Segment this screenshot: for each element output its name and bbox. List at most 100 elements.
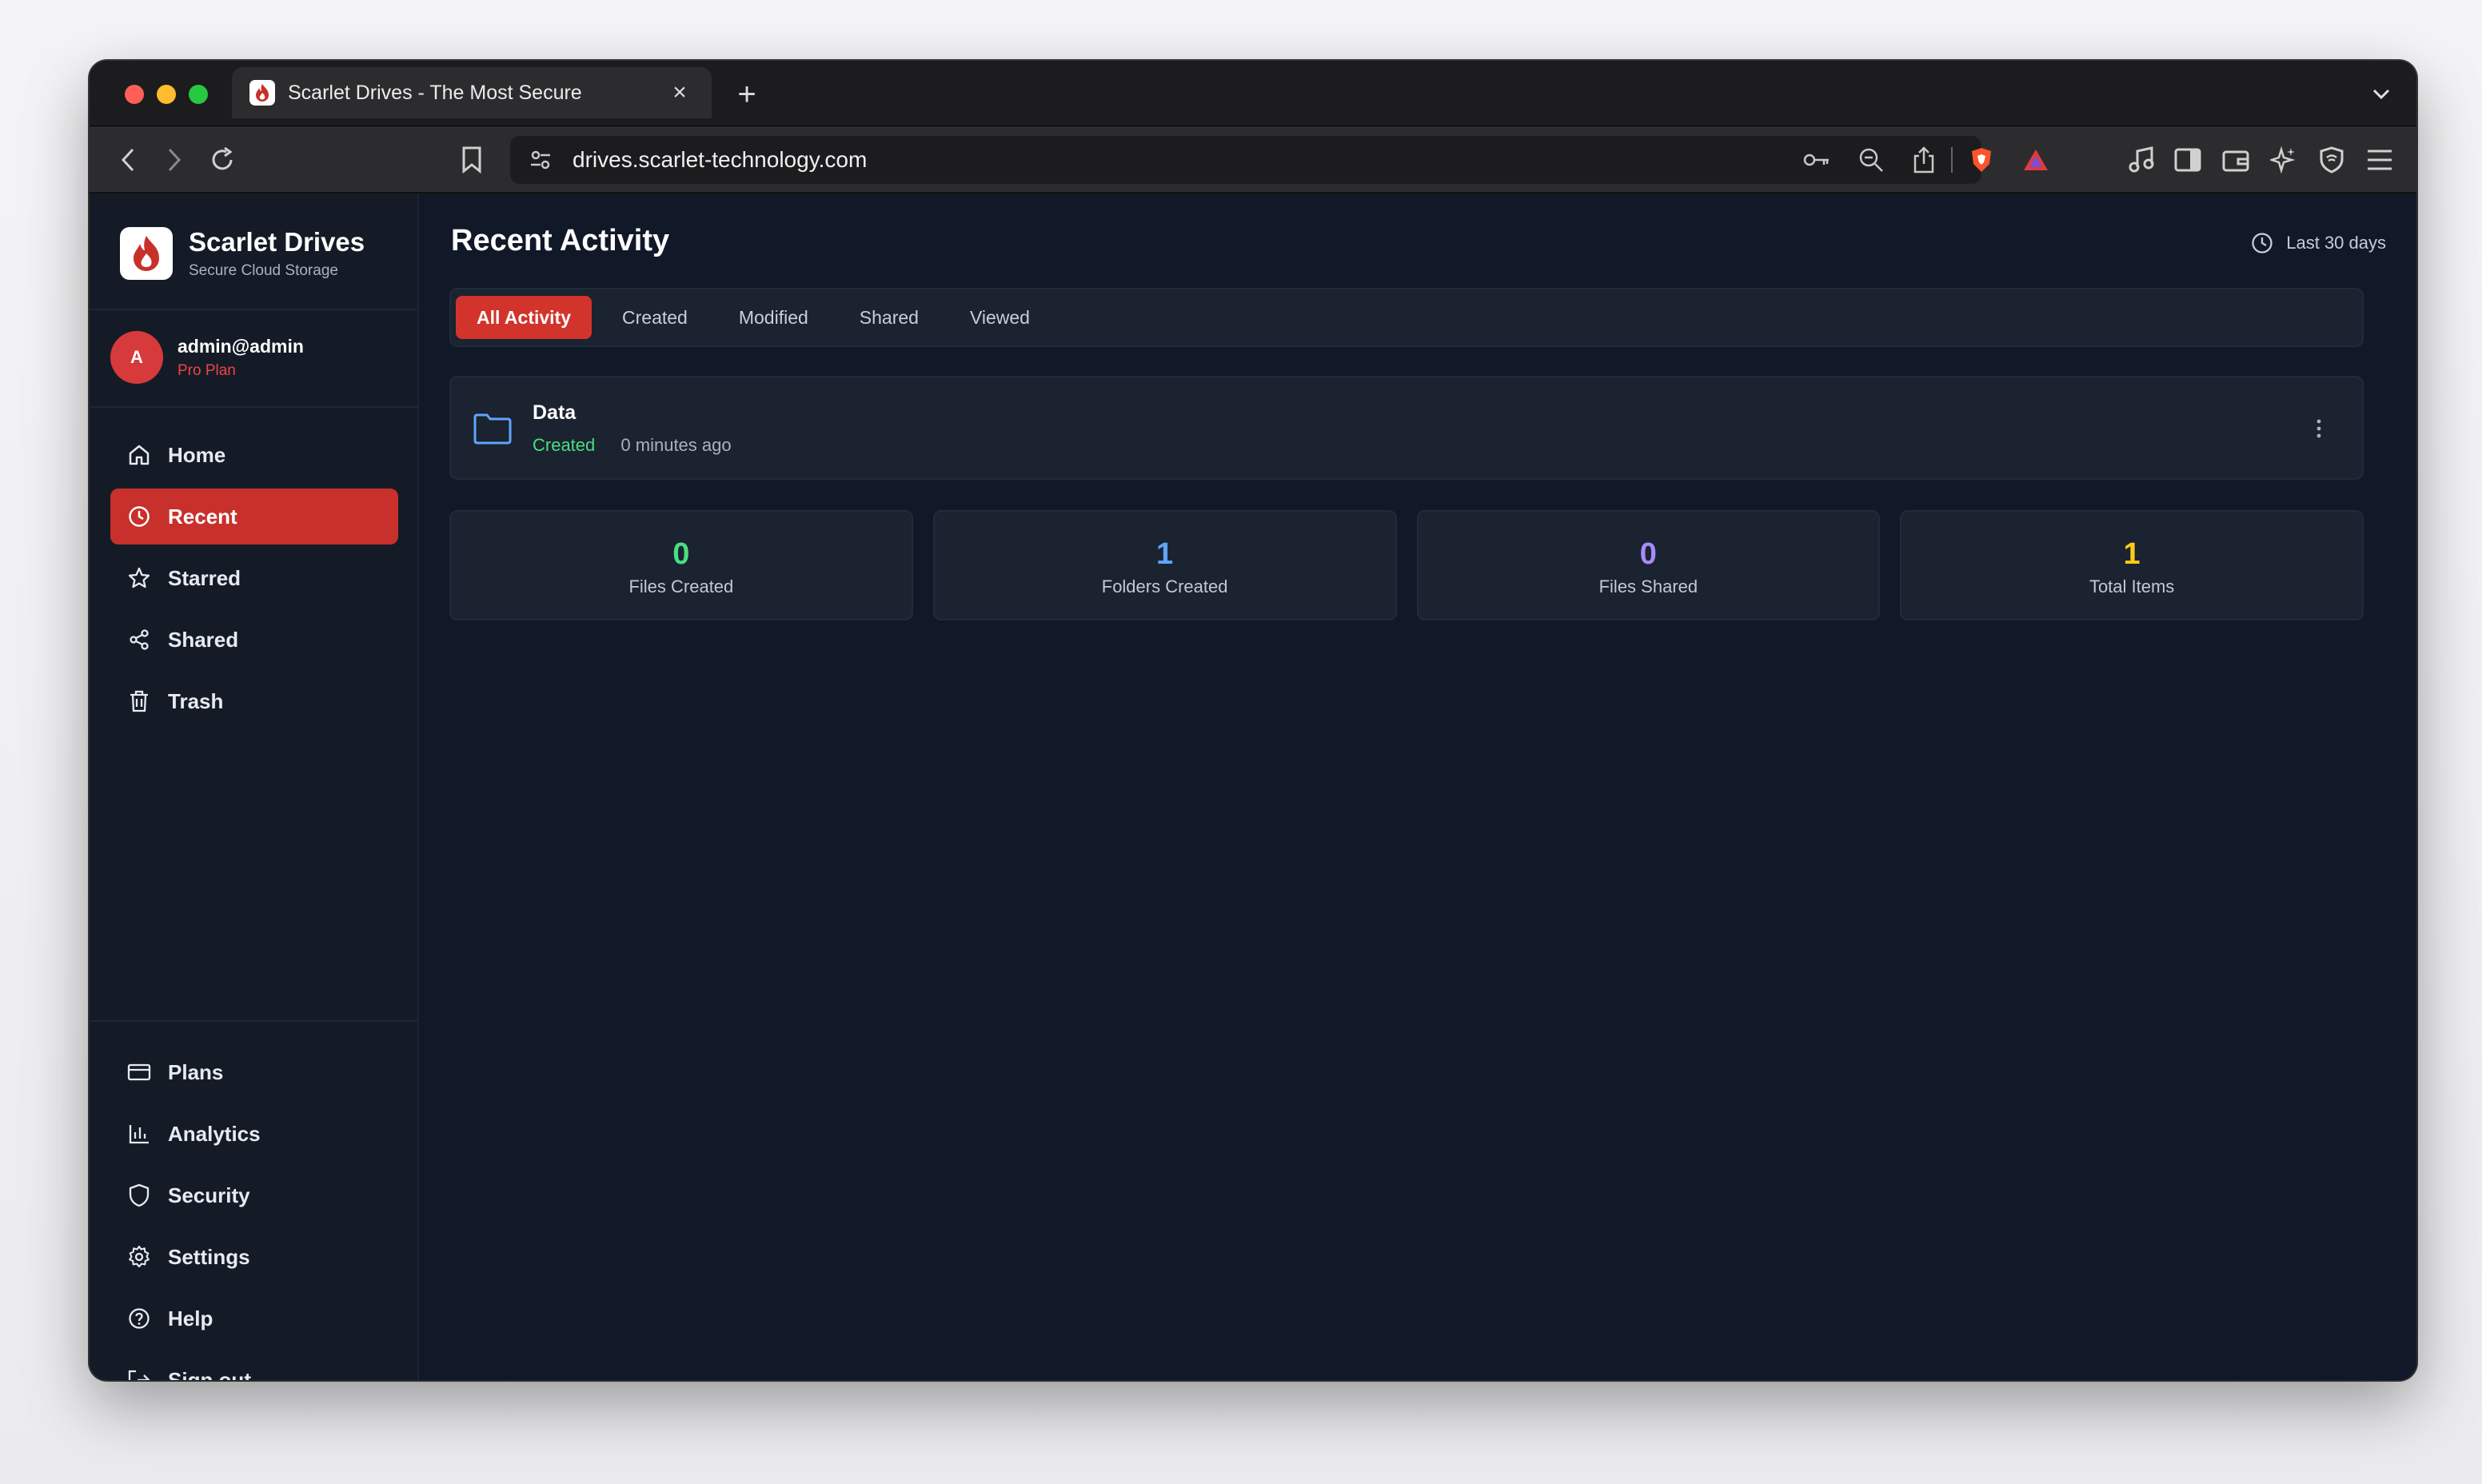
minimize-window-button[interactable] <box>157 85 176 104</box>
stat-label: Total Items <box>2089 576 2175 596</box>
gear-icon <box>126 1244 152 1270</box>
folder-icon <box>472 408 513 449</box>
stat-value: 0 <box>1639 537 1657 571</box>
leo-ai-icon[interactable] <box>2266 142 2301 178</box>
close-tab-icon[interactable]: × <box>665 78 694 107</box>
sidebar-item-analytics[interactable]: Analytics <box>110 1106 398 1162</box>
new-tab-button[interactable]: + <box>729 77 764 112</box>
user-plan: Pro Plan <box>178 361 236 379</box>
avatar: A <box>110 331 163 384</box>
more-options-icon[interactable] <box>2303 413 2335 445</box>
user-profile[interactable]: A admin@admin Pro Plan <box>110 331 304 384</box>
browser-toolbar: drives.scarlet-technology.com <box>90 126 2416 193</box>
activity-item[interactable]: Data Created 0 minutes ago <box>449 376 2364 480</box>
filter-viewed[interactable]: Viewed <box>949 296 1051 339</box>
sidebar: Scarlet Drives Secure Cloud Storage A ad… <box>90 193 419 1380</box>
key-icon[interactable] <box>1799 142 1834 178</box>
sidebar-nav: Home Recent Starred Shared Trash <box>110 427 398 735</box>
brand-name: Scarlet Drives <box>189 227 365 257</box>
sidebar-item-label: Help <box>168 1306 213 1330</box>
site-settings-icon[interactable] <box>525 144 557 176</box>
music-icon[interactable] <box>2124 142 2159 178</box>
sidebar-item-trash[interactable]: Trash <box>110 673 398 729</box>
activity-item-meta: Created 0 minutes ago <box>533 435 732 456</box>
main-content: Recent Activity Last 30 days All Activit… <box>419 193 2416 1380</box>
activity-item-name: Data <box>533 401 577 424</box>
sidebar-item-starred[interactable]: Starred <box>110 550 398 606</box>
date-range-label: Last 30 days <box>2286 233 2386 253</box>
sidebar-item-home[interactable]: Home <box>110 427 398 483</box>
sidebar-item-settings[interactable]: Settings <box>110 1229 398 1285</box>
sidebar-item-sign-out[interactable]: Sign out <box>110 1352 398 1380</box>
stat-label: Folders Created <box>1101 576 1228 596</box>
title-bar: Scarlet Drives - The Most Secure × + <box>90 61 2416 126</box>
brand[interactable]: Scarlet Drives Secure Cloud Storage <box>120 225 365 281</box>
zoom-window-button[interactable] <box>189 85 208 104</box>
menu-icon[interactable] <box>2362 142 2397 178</box>
sidebar-item-shared[interactable]: Shared <box>110 612 398 668</box>
share-page-icon[interactable] <box>1906 142 1941 178</box>
bar-chart-icon <box>126 1121 152 1147</box>
page-title: Recent Activity <box>451 224 670 257</box>
date-range-selector[interactable]: Last 30 days <box>2249 230 2386 256</box>
shield-icon <box>126 1183 152 1208</box>
tab-title: Scarlet Drives - The Most Secure <box>288 81 582 104</box>
filter-created[interactable]: Created <box>601 296 708 339</box>
sidebar-item-label: Settings <box>168 1244 250 1269</box>
stat-files-created: 0 Files Created <box>449 510 913 620</box>
zoom-out-icon[interactable] <box>1854 142 1889 178</box>
sidebar-item-help[interactable]: Help <box>110 1291 398 1346</box>
stat-folders-created: 1 Folders Created <box>932 510 1397 620</box>
sidebar-item-label: Analytics <box>168 1121 261 1146</box>
stat-value: 0 <box>672 537 690 571</box>
stat-total-items: 1 Total Items <box>1900 510 2364 620</box>
forward-icon[interactable] <box>157 142 192 178</box>
sidebar-item-label: Plans <box>168 1059 224 1084</box>
sign-out-icon <box>126 1367 152 1380</box>
sidebar-item-label: Security <box>168 1183 250 1207</box>
stat-label: Files Shared <box>1598 576 1698 596</box>
vpn-icon[interactable] <box>2314 142 2349 178</box>
browser-tab[interactable]: Scarlet Drives - The Most Secure × <box>232 67 712 118</box>
back-icon[interactable] <box>110 142 146 178</box>
filter-all-activity[interactable]: All Activity <box>456 296 593 339</box>
sidebar-item-security[interactable]: Security <box>110 1167 398 1223</box>
activity-filter-bar: All Activity Created Modified Shared Vie… <box>449 288 2364 347</box>
app: Scarlet Drives Secure Cloud Storage A ad… <box>90 193 2416 1380</box>
activity-action: Created <box>533 435 596 455</box>
user-email: admin@admin <box>178 335 304 357</box>
reload-icon[interactable] <box>205 142 240 178</box>
stat-label: Files Created <box>628 576 734 596</box>
scarlet-logo-icon <box>249 80 275 106</box>
sidebar-divider <box>90 406 417 408</box>
card-icon <box>126 1059 152 1085</box>
wallet-icon[interactable] <box>2218 142 2253 178</box>
brave-shield-icon[interactable] <box>1964 142 1999 178</box>
brand-subtitle: Secure Cloud Storage <box>189 262 338 279</box>
bookmark-icon[interactable] <box>454 142 489 178</box>
help-icon <box>126 1306 152 1331</box>
activity-stats: 0 Files Created 1 Folders Created 0 File… <box>449 510 2364 620</box>
sidebar-toggle-icon[interactable] <box>2170 142 2205 178</box>
clock-icon <box>126 504 152 529</box>
sidebar-item-label: Starred <box>168 565 241 590</box>
sidebar-item-plans[interactable]: Plans <box>110 1044 398 1100</box>
sidebar-item-label: Home <box>168 442 226 467</box>
chevron-down-icon[interactable] <box>2365 78 2397 110</box>
url-text: drives.scarlet-technology.com <box>573 147 868 172</box>
brave-rewards-icon[interactable] <box>2018 142 2053 178</box>
filter-modified[interactable]: Modified <box>718 296 829 339</box>
address-bar[interactable]: drives.scarlet-technology.com <box>510 136 2048 184</box>
sidebar-item-label: Trash <box>168 688 224 713</box>
stat-files-shared: 0 Files Shared <box>1416 510 1881 620</box>
close-window-button[interactable] <box>125 85 144 104</box>
sidebar-item-label: Recent <box>168 504 237 529</box>
sidebar-item-recent[interactable]: Recent <box>110 489 398 545</box>
sidebar-item-label: Sign out <box>168 1367 251 1381</box>
filter-shared[interactable]: Shared <box>839 296 940 339</box>
scarlet-logo-icon <box>120 227 173 280</box>
stat-value: 1 <box>1156 537 1174 571</box>
sidebar-nav-bottom: Plans Analytics Security Settings Help S… <box>110 1044 398 1380</box>
stat-value: 1 <box>2123 537 2141 571</box>
toolbar-separator <box>1951 147 1953 173</box>
